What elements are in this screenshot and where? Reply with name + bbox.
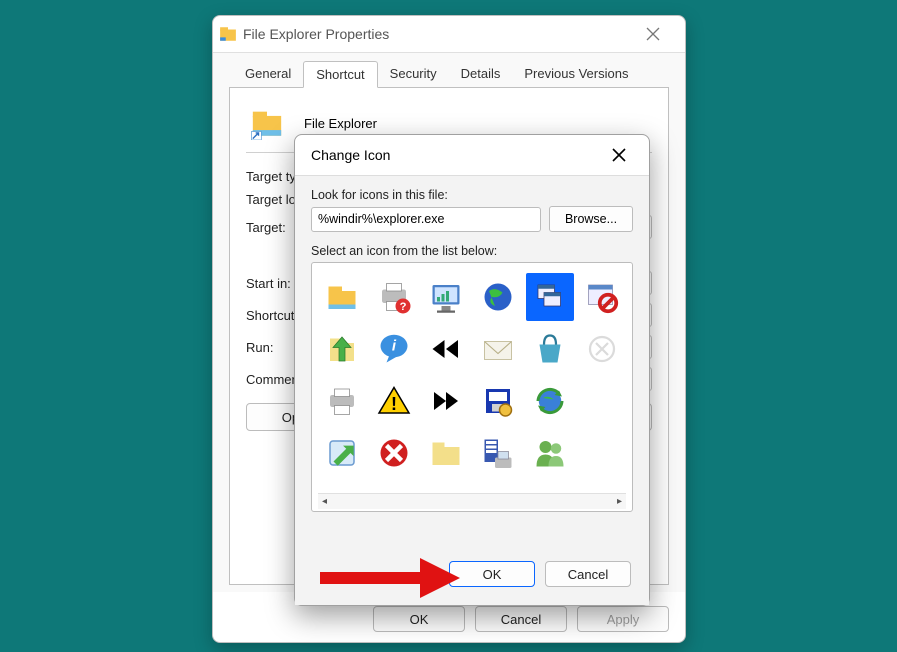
icon-list: ? i! ◂ ▸ bbox=[311, 262, 633, 512]
properties-bottom-buttons: OK Cancel Apply bbox=[373, 606, 669, 632]
tab-shortcut[interactable]: Shortcut bbox=[303, 61, 377, 88]
icon-path-input[interactable]: %windir%\explorer.exe bbox=[311, 207, 541, 232]
shortcut-name: File Explorer bbox=[304, 116, 377, 131]
icon-option-monitor-chart[interactable] bbox=[422, 273, 470, 321]
icon-option-empty bbox=[578, 429, 626, 477]
properties-ok-button[interactable]: OK bbox=[373, 606, 465, 632]
icon-list-scrollbar[interactable]: ◂ ▸ bbox=[318, 493, 626, 509]
icon-option-close-circle[interactable] bbox=[578, 325, 626, 373]
icon-option-envelope[interactable] bbox=[474, 325, 522, 373]
icon-option-empty bbox=[578, 377, 626, 425]
icon-option-cascade-windows[interactable] bbox=[526, 273, 574, 321]
file-explorer-title-icon bbox=[219, 25, 237, 43]
tab-security[interactable]: Security bbox=[378, 61, 449, 88]
look-for-icons-label: Look for icons in this file: bbox=[311, 188, 633, 202]
properties-close-button[interactable] bbox=[631, 19, 675, 49]
scroll-left-icon: ◂ bbox=[322, 496, 327, 507]
change-icon-buttons: OK Cancel bbox=[449, 561, 631, 587]
icon-option-fast-forward[interactable] bbox=[422, 377, 470, 425]
svg-text:?: ? bbox=[400, 301, 407, 313]
icon-option-disk-blue[interactable] bbox=[474, 377, 522, 425]
properties-titlebar[interactable]: File Explorer Properties bbox=[213, 16, 685, 52]
change-icon-body: Look for icons in this file: %windir%\ex… bbox=[295, 175, 649, 605]
properties-title: File Explorer Properties bbox=[243, 26, 389, 42]
icon-option-folder-up[interactable] bbox=[318, 325, 366, 373]
icon-grid: ? i! bbox=[318, 273, 626, 493]
icon-option-folder-open[interactable] bbox=[318, 273, 366, 321]
scroll-right-icon: ▸ bbox=[617, 496, 622, 507]
icon-option-shopping-bag[interactable] bbox=[526, 325, 574, 373]
icon-option-exit-door[interactable] bbox=[318, 429, 366, 477]
change-icon-title: Change Icon bbox=[311, 147, 390, 163]
icon-option-folder[interactable] bbox=[422, 429, 470, 477]
tabs: General Shortcut Security Details Previo… bbox=[233, 61, 669, 88]
change-icon-ok-button[interactable]: OK bbox=[449, 561, 535, 587]
icon-option-rewind[interactable] bbox=[422, 325, 470, 373]
svg-text:!: ! bbox=[391, 394, 397, 414]
close-icon bbox=[612, 148, 626, 162]
browse-button[interactable]: Browse... bbox=[549, 206, 633, 232]
icon-option-info-bubble[interactable]: i bbox=[370, 325, 418, 373]
tab-details[interactable]: Details bbox=[449, 61, 513, 88]
close-icon bbox=[646, 27, 660, 41]
icon-option-server-list[interactable] bbox=[474, 429, 522, 477]
icon-option-printer[interactable] bbox=[318, 377, 366, 425]
tab-general[interactable]: General bbox=[233, 61, 303, 88]
icon-option-error-circle[interactable] bbox=[370, 429, 418, 477]
tab-previous-versions[interactable]: Previous Versions bbox=[512, 61, 640, 88]
change-icon-cancel-button[interactable]: Cancel bbox=[545, 561, 631, 587]
icon-option-globe[interactable] bbox=[474, 273, 522, 321]
select-icon-label: Select an icon from the list below: bbox=[311, 244, 633, 258]
change-icon-titlebar[interactable]: Change Icon bbox=[295, 135, 649, 175]
change-icon-close-button[interactable] bbox=[599, 139, 639, 171]
properties-apply-button[interactable]: Apply bbox=[577, 606, 669, 632]
change-icon-dialog: Change Icon Look for icons in this file:… bbox=[294, 134, 650, 606]
icon-option-printer-help[interactable]: ? bbox=[370, 273, 418, 321]
icon-option-people[interactable] bbox=[526, 429, 574, 477]
icon-option-globe-refresh[interactable] bbox=[526, 377, 574, 425]
properties-cancel-button[interactable]: Cancel bbox=[475, 606, 567, 632]
icon-option-warning-triangle[interactable]: ! bbox=[370, 377, 418, 425]
icon-option-window-blocked[interactable] bbox=[578, 273, 626, 321]
shortcut-large-icon bbox=[250, 106, 284, 140]
